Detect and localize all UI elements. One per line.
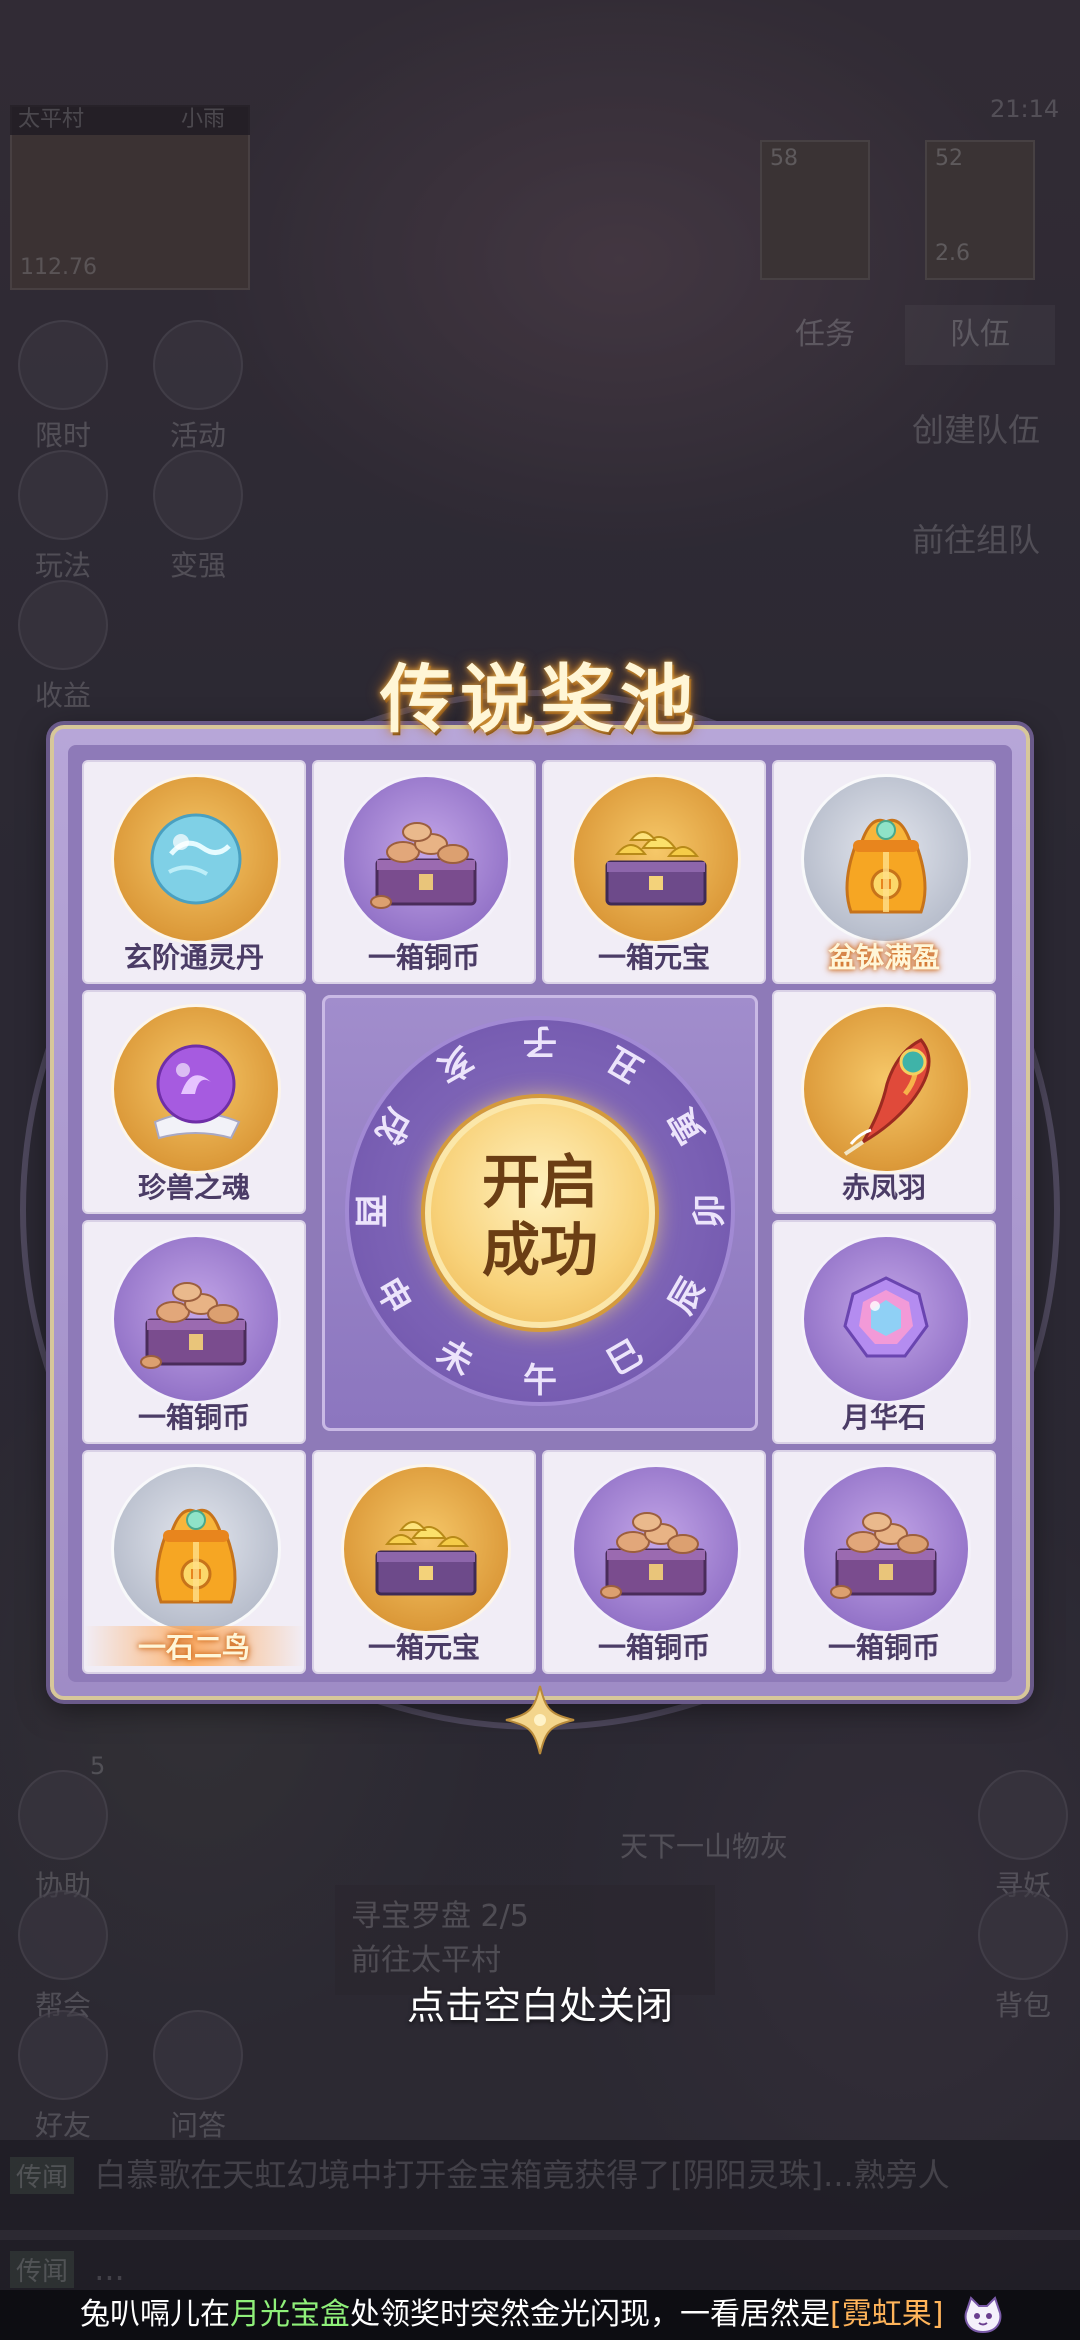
reward-cell[interactable]: 珍兽之魂 [82, 990, 306, 1214]
reward-name: 赤凤羽 [841, 1171, 926, 1204]
lucky-bag-icon [801, 774, 971, 944]
phoenix-feather-icon [801, 1004, 971, 1174]
reward-name: 盆钵满盈 [827, 941, 940, 974]
copper-coin-chest-icon [801, 1464, 971, 1634]
marquee-player: 兔叭嗝儿 [80, 2297, 200, 2332]
copper-coin-chest-icon [111, 1234, 281, 1404]
reward-cell[interactable]: 赤凤羽 [772, 990, 996, 1214]
marquee-place: 月光宝盒 [230, 2297, 350, 2332]
reward-name: 一箱铜币 [367, 941, 480, 974]
marquee-reward: [霓虹果] [830, 2297, 944, 2332]
reward-name: 玄阶通灵丹 [123, 941, 264, 974]
reward-cell[interactable]: 一箱元宝 [312, 1450, 536, 1674]
branch-label: 午 [523, 1361, 557, 1401]
star-ornament-icon [505, 1685, 575, 1755]
reward-cell[interactable]: 一箱铜币 [312, 760, 536, 984]
reward-cell[interactable]: 一箱铜币 [542, 1450, 766, 1674]
reward-pool-title: 传说奖池 [380, 657, 700, 743]
reward-name: 月华石 [841, 1401, 926, 1434]
reward-name: 一箱铜币 [137, 1401, 250, 1434]
branch-label: 卯 [690, 1194, 730, 1228]
branch-label: 子 [523, 1021, 557, 1061]
copper-coin-chest-icon [341, 774, 511, 944]
reward-cell[interactable]: 一箱元宝 [542, 760, 766, 984]
moon-gem-icon [801, 1234, 971, 1404]
open-success-button[interactable]: 开启 成功 [425, 1098, 655, 1328]
copper-coin-chest-icon [571, 1464, 741, 1634]
reward-name: 一箱元宝 [367, 1631, 480, 1664]
reward-name: 一箱铜币 [827, 1631, 940, 1664]
open-button-line2: 成功 [481, 1216, 598, 1284]
reward-cell[interactable]: 一石二鸟 [82, 1450, 306, 1674]
gold-ingot-chest-icon [571, 774, 741, 944]
reward-cell[interactable]: 玄阶通灵丹 [82, 760, 306, 984]
reward-cell[interactable]: 一箱铜币 [82, 1220, 306, 1444]
purple-crystal-ball-icon [111, 1004, 281, 1174]
reward-name: 一箱元宝 [597, 941, 710, 974]
reward-cell[interactable]: 月华石 [772, 1220, 996, 1444]
reward-name: 珍兽之魂 [137, 1171, 250, 1204]
blue-orb-icon [111, 774, 281, 944]
gold-ingot-chest-icon [341, 1464, 511, 1634]
close-hint: 点击空白处关闭 [406, 1984, 673, 2028]
marquee-text-2: 处领奖时突然金光闪现，一看居然是 [350, 2297, 830, 2332]
lucky-bag-icon [111, 1464, 281, 1634]
open-button-line1: 开启 [481, 1148, 598, 1216]
cat-emoji-icon [964, 2295, 1002, 2333]
broadcast-marquee: 兔叭嗝儿在月光宝盒处领奖时突然金光闪现，一看居然是[霓虹果] [0, 2290, 1080, 2340]
reward-cell[interactable]: 盆钵满盈 [772, 760, 996, 984]
branch-label: 酉 [350, 1194, 390, 1228]
reward-name: 一石二鸟 [84, 1626, 304, 1666]
marquee-text-1: 在 [200, 2297, 230, 2332]
reward-name: 一箱铜币 [597, 1631, 710, 1664]
reward-cell[interactable]: 一箱铜币 [772, 1450, 996, 1674]
